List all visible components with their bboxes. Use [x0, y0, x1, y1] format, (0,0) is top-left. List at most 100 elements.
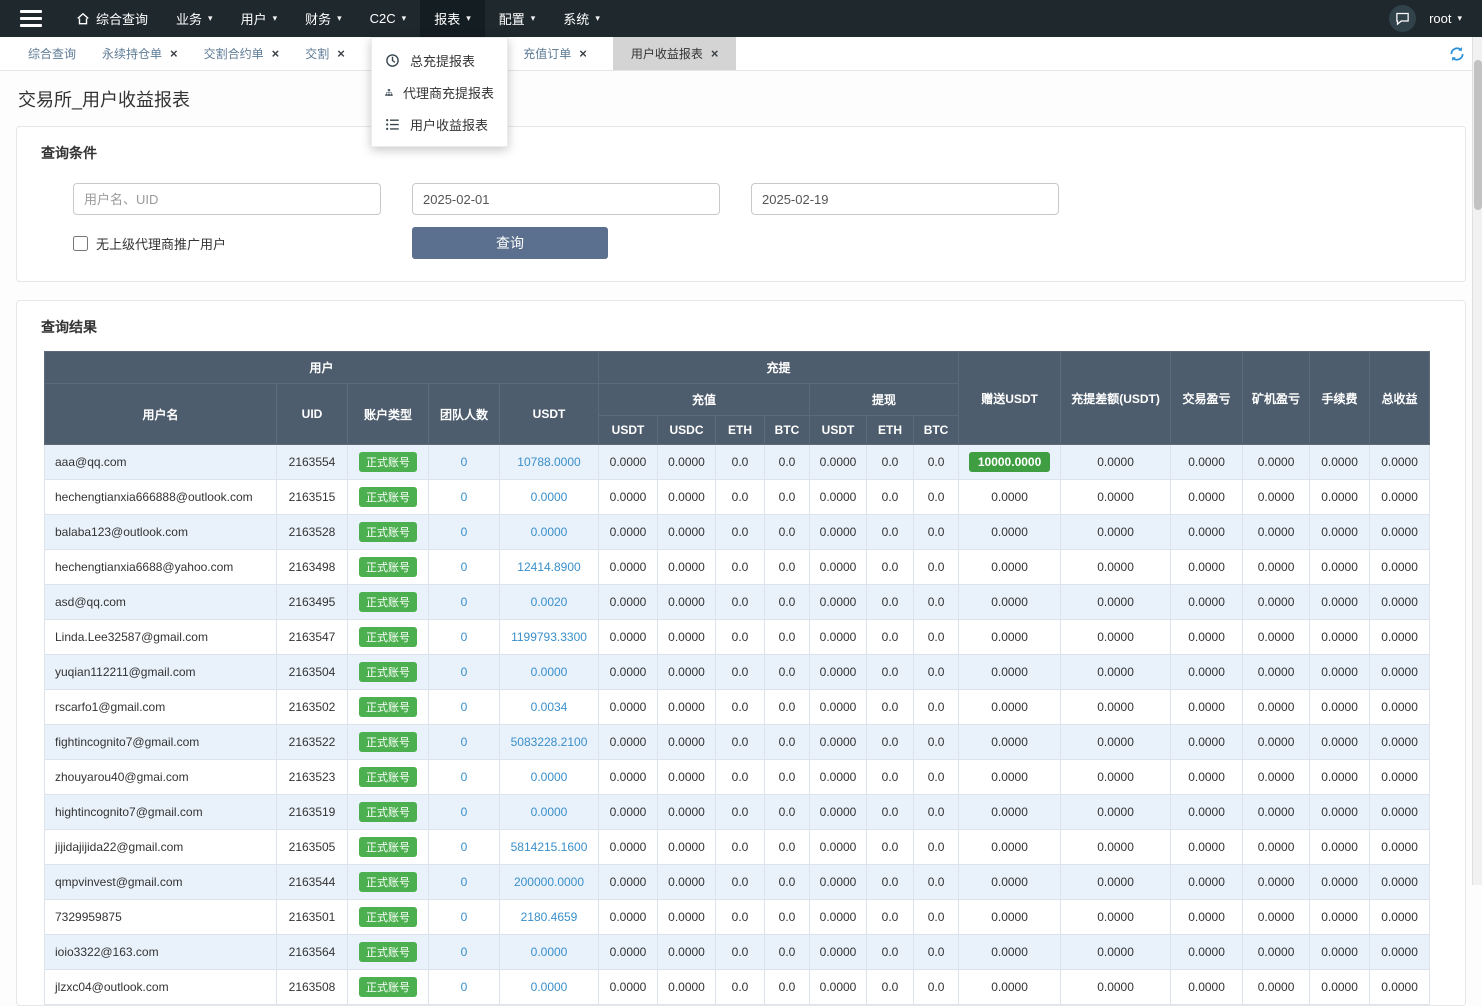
usdt-balance-link[interactable]: 0.0000 — [531, 770, 568, 784]
team-count-link[interactable]: 0 — [461, 700, 468, 714]
nav-item-users[interactable]: 用户 ▾ — [227, 0, 292, 37]
cell-dep-usdc: 0.0000 — [658, 515, 716, 550]
cell-uid: 2163544 — [277, 865, 348, 900]
cell-dep-usdt: 0.0000 — [599, 795, 658, 830]
cell-username: 7329959875 — [45, 900, 277, 935]
nav-item-finance[interactable]: 财务 ▾ — [291, 0, 356, 37]
team-count-link[interactable]: 0 — [461, 525, 468, 539]
close-icon[interactable]: × — [337, 47, 345, 60]
cell-dep-eth: 0.0 — [716, 515, 765, 550]
cell-username: Linda.Lee32587@gmail.com — [45, 620, 277, 655]
team-count-link[interactable]: 0 — [461, 490, 468, 504]
cell-wd-btc: 0.0 — [914, 900, 959, 935]
cell-dep-usdt: 0.0000 — [599, 690, 658, 725]
usdt-balance-link[interactable]: 0.0020 — [531, 595, 568, 609]
header-gift: 赠送USDT — [959, 352, 1061, 445]
cell-trade: 0.0000 — [1171, 900, 1243, 935]
cell-wd-usdt: 0.0000 — [810, 655, 867, 690]
hamburger-menu-button[interactable] — [0, 0, 62, 37]
usdt-balance-link[interactable]: 0.0000 — [531, 805, 568, 819]
chevron-down-icon: ▾ — [402, 13, 407, 24]
menu-item-total-deposit-withdraw-report[interactable]: 总充提报表 — [372, 44, 507, 76]
no-agent-checkbox[interactable] — [73, 236, 88, 251]
team-count-link[interactable]: 0 — [461, 455, 468, 469]
nav-item-c2c[interactable]: C2C ▾ — [356, 0, 421, 37]
cell-wd-btc: 0.0 — [914, 760, 959, 795]
usdt-balance-link[interactable]: 12414.8900 — [517, 560, 580, 574]
tab-label: 充值订单 — [523, 45, 571, 62]
cell-dep-usdt: 0.0000 — [599, 620, 658, 655]
close-icon[interactable]: × — [170, 47, 178, 60]
refresh-button[interactable] — [1448, 45, 1466, 68]
nav-item-config[interactable]: 配置 ▾ — [485, 0, 550, 37]
usdt-balance-link[interactable]: 0.0034 — [531, 700, 568, 714]
cell-usdt-balance: 1199793.3300 — [500, 620, 599, 655]
usdt-balance-link[interactable]: 5814215.1600 — [511, 840, 588, 854]
cell-dep-eth: 0.0 — [716, 655, 765, 690]
cell-dep-eth: 0.0 — [716, 690, 765, 725]
team-count-link[interactable]: 0 — [461, 595, 468, 609]
usdt-balance-link[interactable]: 5083228.2100 — [511, 735, 588, 749]
usdt-balance-link[interactable]: 200000.0000 — [514, 875, 584, 889]
cell-wd-usdt: 0.0000 — [810, 550, 867, 585]
date-from-input[interactable] — [412, 183, 720, 215]
team-count-link[interactable]: 0 — [461, 770, 468, 784]
tab-user-income-report[interactable]: 用户收益报表 × — [613, 37, 737, 70]
vertical-scrollbar[interactable] — [1472, 0, 1482, 885]
menu-item-label: 总充提报表 — [410, 51, 475, 70]
cell-account-type: 正式账号 — [348, 585, 429, 620]
date-to-input[interactable] — [751, 183, 1059, 215]
menu-item-user-income-report[interactable]: 用户收益报表 — [372, 108, 507, 140]
close-icon[interactable]: × — [711, 47, 719, 60]
usdt-balance-link[interactable]: 0.0000 — [531, 490, 568, 504]
user-menu[interactable]: root ▾ — [1429, 11, 1462, 26]
tab-perpetual-positions[interactable]: 永续持仓单 × — [102, 37, 178, 70]
close-icon[interactable]: × — [579, 47, 587, 60]
cell-dep-btc: 0.0 — [765, 725, 810, 760]
usdt-balance-link[interactable]: 0.0000 — [531, 945, 568, 959]
scrollbar-thumb[interactable] — [1474, 60, 1482, 210]
team-count-link[interactable]: 0 — [461, 910, 468, 924]
team-count-link[interactable]: 0 — [461, 560, 468, 574]
usdt-balance-link[interactable]: 0.0000 — [531, 980, 568, 994]
close-icon[interactable]: × — [272, 47, 280, 60]
page-content: 交易所_用户收益报表 查询条件 无上级代理商推广用户 查询 查询结果 — [0, 71, 1482, 1006]
nav-item-business[interactable]: 业务 ▾ — [162, 0, 227, 37]
header-deposit-group: 充值 — [599, 384, 810, 416]
cell-gift-usdt: 0.0000 — [959, 550, 1061, 585]
tab-overview[interactable]: 综合查询 — [28, 37, 76, 70]
team-count-link[interactable]: 0 — [461, 875, 468, 889]
menu-item-agent-deposit-withdraw-report[interactable]: 代理商充提报表 — [372, 76, 507, 108]
tab-deposit-orders[interactable]: 充值订单 × — [523, 37, 587, 70]
cell-diff: 0.0000 — [1061, 620, 1171, 655]
search-button[interactable]: 查询 — [412, 227, 608, 259]
cell-wd-btc: 0.0 — [914, 550, 959, 585]
cell-wd-btc: 0.0 — [914, 620, 959, 655]
username-uid-input[interactable] — [73, 183, 381, 215]
tab-delivery-contracts[interactable]: 交割合约单 × — [204, 37, 280, 70]
account-type-badge: 正式账号 — [359, 452, 417, 472]
team-count-link[interactable]: 0 — [461, 805, 468, 819]
usdt-balance-link[interactable]: 10788.0000 — [517, 455, 580, 469]
team-count-link[interactable]: 0 — [461, 980, 468, 994]
cell-uid: 2163505 — [277, 830, 348, 865]
team-count-link[interactable]: 0 — [461, 735, 468, 749]
nav-item-dashboard[interactable]: 综合查询 — [62, 0, 162, 37]
cell-dep-usdt: 0.0000 — [599, 760, 658, 795]
team-count-link[interactable]: 0 — [461, 840, 468, 854]
nav-item-reports[interactable]: 报表 ▾ — [420, 0, 485, 37]
cell-dep-btc: 0.0 — [765, 865, 810, 900]
usdt-balance-link[interactable]: 2180.4659 — [521, 910, 578, 924]
nav-item-system[interactable]: 系统 ▾ — [549, 0, 614, 37]
team-count-link[interactable]: 0 — [461, 945, 468, 959]
usdt-balance-link[interactable]: 0.0000 — [531, 525, 568, 539]
cell-team: 0 — [429, 585, 500, 620]
results-body: 用户 充提 赠送USDT 充提差额(USDT) 交易盈亏 矿机盈亏 手续费 总收… — [17, 337, 1465, 1005]
table-row: 73299598752163501正式账号02180.46590.00000.0… — [45, 900, 1430, 935]
chat-icon[interactable] — [1389, 5, 1416, 32]
team-count-link[interactable]: 0 — [461, 630, 468, 644]
team-count-link[interactable]: 0 — [461, 665, 468, 679]
usdt-balance-link[interactable]: 0.0000 — [531, 665, 568, 679]
cell-wd-btc: 0.0 — [914, 725, 959, 760]
usdt-balance-link[interactable]: 1199793.3300 — [511, 630, 587, 644]
